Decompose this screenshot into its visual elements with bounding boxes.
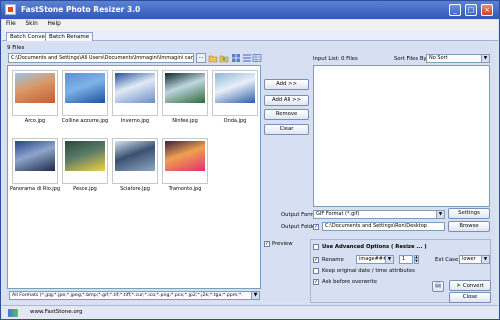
menu-file[interactable]: File — [2, 20, 20, 27]
app-icon — [5, 4, 16, 15]
thumbnail-image — [65, 141, 105, 171]
thumbnail[interactable] — [112, 138, 158, 184]
settings-button[interactable]: Settings — [448, 208, 490, 219]
ext-case-value: lower — [462, 256, 476, 262]
input-list-label: Input List: 0 Files — [313, 56, 358, 62]
details-view-icon[interactable] — [252, 53, 262, 63]
thumbnail-image — [15, 141, 55, 171]
thumbnail-image — [165, 73, 205, 103]
menu-bar: File Skin Help — [2, 20, 498, 30]
minimize-button[interactable]: _ — [449, 4, 461, 16]
file-type-filter[interactable]: All Formats (*.jpg;*.jpe;*.jpeg;*.bmp;*.… — [9, 291, 259, 300]
thumbnail-image — [115, 73, 155, 103]
preview-label: Preview — [272, 241, 293, 247]
convert-icon: ➤ — [456, 282, 462, 289]
sort-value: No Sort — [429, 55, 448, 61]
thumbnail-view-icon[interactable] — [231, 53, 241, 63]
output-format-select[interactable]: GIF Format (*.gif) ▼ — [313, 210, 445, 219]
thumbnail[interactable] — [62, 138, 108, 184]
convert-label: Convert — [462, 283, 484, 289]
print-button[interactable] — [432, 281, 444, 292]
file-count: 9 Files — [7, 45, 25, 51]
website-link[interactable]: www.FastStone.org — [30, 309, 82, 315]
window-title: FastStone Photo Resizer 3.0 — [21, 5, 141, 14]
main-window: FastStone Photo Resizer 3.0 _ □ × File S… — [0, 0, 500, 320]
keep-date-checkbox[interactable] — [313, 268, 319, 274]
thumbnail[interactable] — [62, 70, 108, 116]
output-folder-input[interactable]: C:\Documents and Settings\Ron\Desktop — [322, 222, 445, 231]
convert-button[interactable]: ➤ Convert — [449, 280, 491, 291]
website-icon[interactable] — [8, 309, 18, 317]
add-all-button[interactable]: Add All >> — [264, 95, 309, 106]
title-bar[interactable]: FastStone Photo Resizer 3.0 _ □ × — [1, 1, 499, 19]
thumbnail-label: Tramonto.jpg — [168, 186, 202, 192]
ext-case-label: Ext Case: — [435, 257, 460, 263]
output-folder-checkbox[interactable]: ✓ — [313, 224, 319, 230]
menu-skin[interactable]: Skin — [21, 20, 41, 27]
start-number-stepper[interactable]: ▲ ▼ — [414, 255, 419, 264]
chevron-down-icon: ▼ — [481, 55, 489, 62]
ask-overwrite-checkbox[interactable]: ✓ — [313, 279, 319, 285]
clear-button[interactable]: Clear — [264, 124, 309, 135]
tab-strip: Batch Convert Batch Rename — [2, 30, 498, 41]
advanced-options-label: Use Advanced Options ( Resize ... ) — [322, 244, 427, 250]
close-button[interactable]: Close — [449, 292, 491, 303]
chevron-down-icon: ▼ — [385, 256, 393, 263]
sort-label: Sort Files By: — [394, 56, 429, 62]
list-view-icon[interactable] — [242, 53, 252, 63]
thumbnail-image — [115, 141, 155, 171]
thumbnail[interactable] — [12, 138, 58, 184]
advanced-options-checkbox[interactable] — [313, 244, 319, 250]
preview-checkbox[interactable]: ✓ — [264, 241, 270, 247]
menu-help[interactable]: Help — [44, 20, 65, 27]
thumbnail-image — [215, 73, 255, 103]
input-list[interactable] — [313, 65, 490, 207]
thumbnail-label: Onda.jpg — [223, 118, 247, 124]
maximize-button[interactable]: □ — [465, 4, 477, 16]
browse-button[interactable]: Browse — [448, 221, 490, 232]
chevron-down-icon: ▼ — [481, 256, 489, 263]
chevron-down-icon: ▼ — [436, 211, 444, 218]
rename-label: Rename — [322, 257, 344, 263]
rename-checkbox[interactable]: ✓ — [313, 257, 319, 263]
thumbnail[interactable] — [162, 70, 208, 116]
thumbnail-image — [15, 73, 55, 103]
chevron-down-icon[interactable]: ▼ — [251, 291, 260, 300]
output-format-value: GIF Format (*.gif) — [316, 211, 360, 217]
browse-folder-button[interactable]: ... — [196, 53, 206, 63]
print-icon — [435, 282, 441, 288]
folder-icon[interactable] — [208, 53, 218, 63]
keep-date-label: Keep original date / time attributes — [322, 268, 415, 274]
ask-overwrite-label: Ask before overwrite — [322, 279, 377, 285]
status-bar: www.FastStone.org — [2, 305, 498, 319]
thumbnail[interactable] — [112, 70, 158, 116]
remove-button[interactable]: Remove — [264, 109, 309, 120]
start-number-input[interactable]: 1 — [399, 255, 413, 264]
add-button[interactable]: Add >> — [264, 79, 309, 90]
thumbnail[interactable] — [212, 70, 258, 116]
ext-case-select[interactable]: lower ▼ — [459, 255, 490, 264]
folder-up-icon[interactable] — [219, 53, 229, 63]
sort-select[interactable]: No Sort ▼ — [426, 54, 490, 63]
file-browser[interactable]: Arco.jpg Colline azzurre.jpg Inverno.jpg Ni… — [7, 65, 261, 289]
rename-pattern-select[interactable]: image#### ▼ — [356, 255, 394, 264]
thumbnail[interactable] — [12, 70, 58, 116]
close-window-button[interactable]: × — [481, 4, 493, 16]
tab-batch-rename[interactable]: Batch Rename — [45, 32, 94, 41]
thumbnail-image — [65, 73, 105, 103]
folder-path-input[interactable]: C:\Documents and Settings\All Users\Docu… — [8, 53, 194, 63]
thumbnail[interactable] — [162, 138, 208, 184]
thumbnail-image — [165, 141, 205, 171]
